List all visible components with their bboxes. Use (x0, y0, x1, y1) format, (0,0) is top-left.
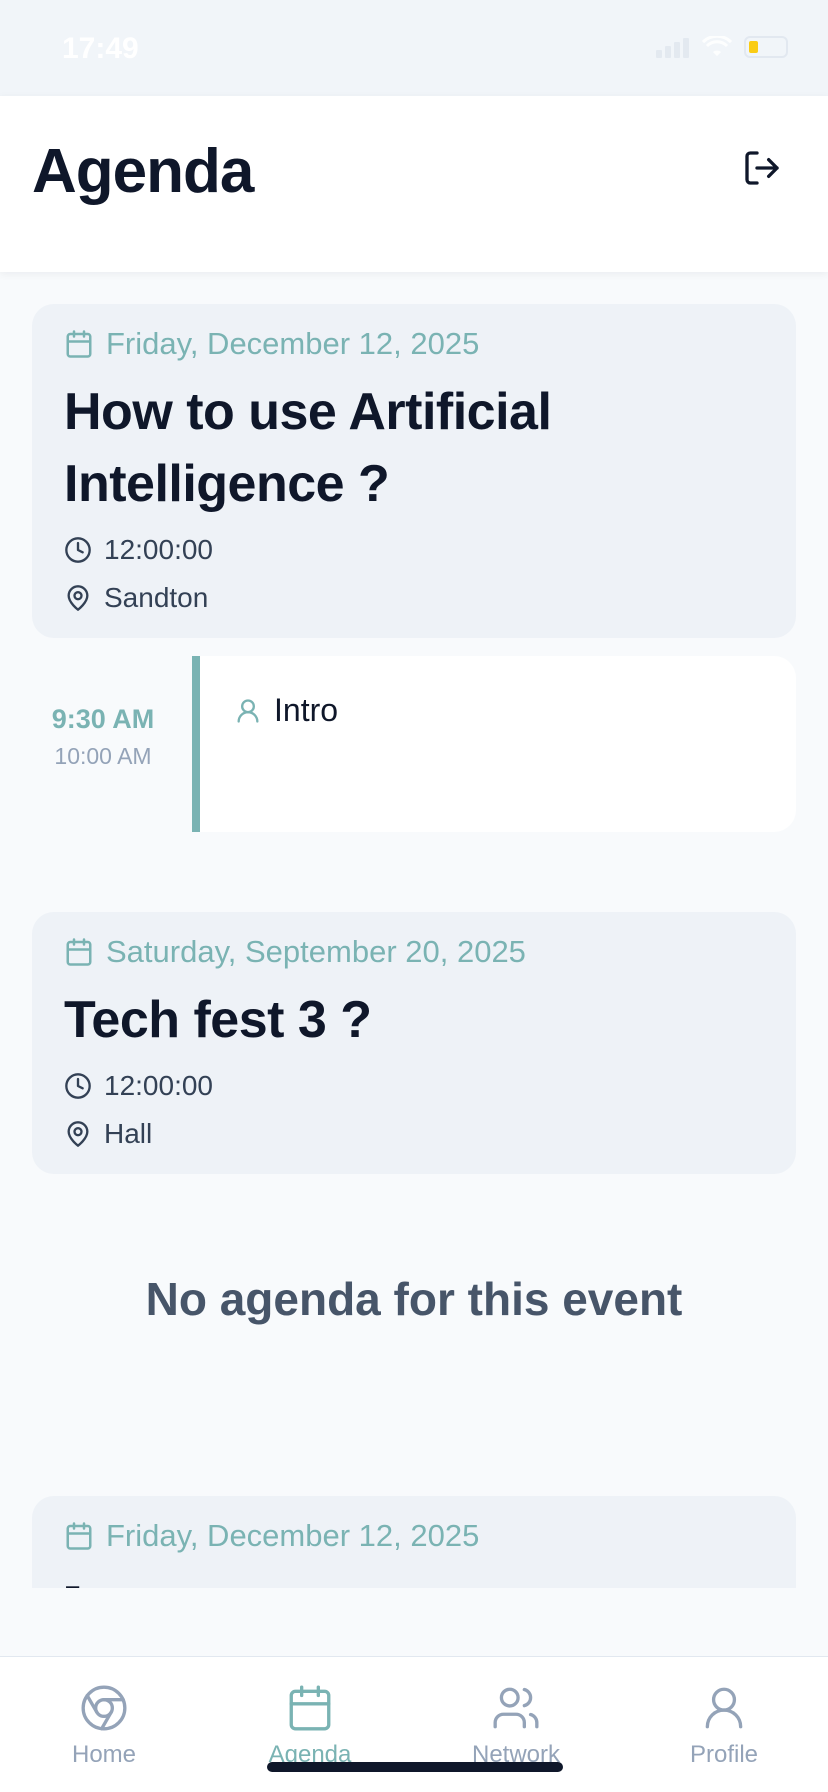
session-title: Intro (274, 692, 339, 728)
event-location-row: Sandton (64, 574, 764, 622)
clock-icon (65, 1073, 91, 1099)
event-card[interactable]: Friday, December 12, 2025 - (32, 1496, 796, 1588)
users-icon (493, 1687, 539, 1729)
event-title: How to use Artificial Intelligence ? (64, 383, 552, 513)
event-time: 12:00:00 (104, 1070, 213, 1101)
event-location: Sandton (104, 582, 209, 613)
calendar-icon (66, 938, 92, 966)
session-card[interactable]: Intro (200, 656, 796, 832)
signal-icon (656, 38, 689, 58)
chrome-icon (81, 1685, 127, 1731)
status-icons (656, 36, 788, 58)
session-start-time: 9:30 AM (51, 704, 155, 734)
map-pin-icon (67, 585, 89, 611)
agenda-list[interactable]: Friday, December 12, 2025 How to use Art… (0, 272, 828, 1588)
tab-label: Home (71, 1741, 137, 1768)
user-icon (237, 698, 259, 723)
event-date: Friday, December 12, 2025 (106, 326, 480, 361)
clock-icon (65, 537, 91, 563)
session-accent-bar (192, 656, 200, 832)
event-time: 12:00:00 (104, 534, 213, 565)
event-title: - (64, 1557, 82, 1588)
event-date: Friday, December 12, 2025 (106, 1518, 480, 1553)
event-location-row: Hall (64, 1110, 764, 1158)
event-date: Saturday, September 20, 2025 (106, 934, 526, 969)
logout-button[interactable] (740, 146, 784, 190)
event-time-row: 12:00:00 (64, 1062, 764, 1110)
app-screen: 17:49 Agenda Friday, December 12, 2025 H… (0, 0, 828, 1792)
tab-profile[interactable]: Profile (644, 1683, 804, 1783)
status-time: 17:49 (62, 32, 139, 65)
logout-icon (745, 151, 779, 185)
session-end-time: 10:00 AM (54, 743, 152, 769)
tab-home[interactable]: Home (24, 1683, 184, 1783)
event-card[interactable]: Saturday, September 20, 2025 Tech fest 3… (32, 912, 796, 1174)
wifi-icon (702, 36, 732, 56)
calendar-icon (66, 330, 92, 358)
calendar-icon (66, 1522, 92, 1550)
session-row[interactable]: 9:30 AM 10:00 AM Intro (32, 656, 796, 832)
event-time-row: 12:00:00 (64, 526, 764, 574)
event-date-row: Saturday, September 20, 2025 (64, 932, 764, 972)
app-header: Agenda (0, 96, 828, 272)
tab-label: Profile (689, 1741, 759, 1768)
battery-icon (744, 36, 788, 58)
home-indicator[interactable] (267, 1762, 563, 1772)
event-date-row: Friday, December 12, 2025 (64, 1516, 764, 1556)
event-date-row: Friday, December 12, 2025 (64, 324, 764, 364)
session-times: 9:30 AM 10:00 AM (32, 704, 174, 770)
page-title: Agenda (32, 137, 254, 206)
event-card[interactable]: Friday, December 12, 2025 How to use Art… (32, 304, 796, 638)
status-bar: 17:49 (0, 0, 828, 96)
event-location: Hall (104, 1118, 153, 1149)
map-pin-icon (67, 1121, 89, 1147)
session-title-row: Intro (234, 692, 338, 729)
user-icon (705, 1687, 743, 1729)
event-title: Tech fest 3 ? (64, 991, 372, 1049)
empty-agenda-message: No agenda for this event (145, 1273, 683, 1325)
calendar-icon (289, 1685, 331, 1731)
